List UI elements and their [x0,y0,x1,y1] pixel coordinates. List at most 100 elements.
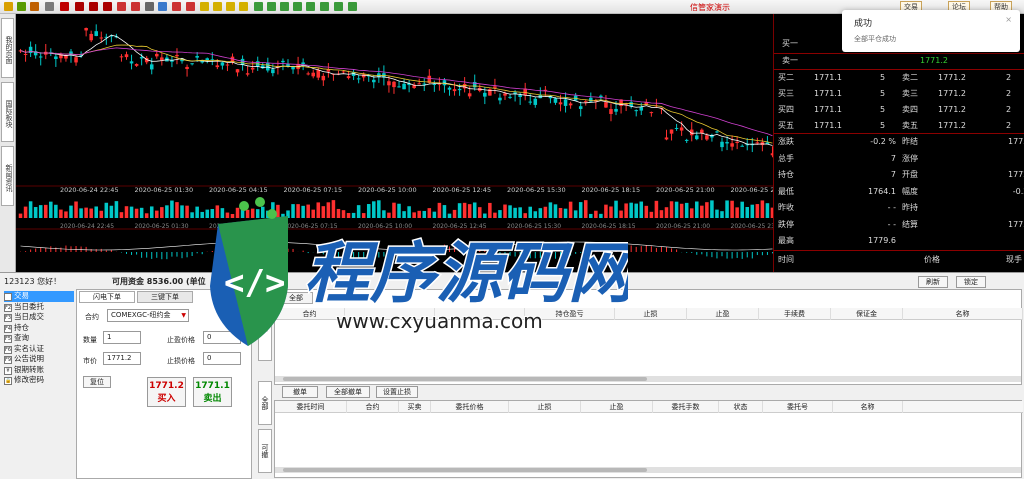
column-header[interactable]: 名称 [833,401,903,413]
cancel-all-button[interactable]: 全部撤单 [326,386,370,398]
period-icon-9[interactable] [306,2,315,11]
menu-item[interactable]: F3 当日成交 [4,312,74,323]
search-icon[interactable] [103,2,112,11]
period-icon-6[interactable] [267,2,276,11]
reset-button[interactable]: 复位 [83,376,111,388]
column-header[interactable]: 持仓盈亏 [525,308,615,320]
tab-all-orders[interactable]: 全部 [258,381,272,425]
print-icon[interactable] [45,2,54,11]
positions-scrollbar[interactable] [275,376,1021,382]
tab-three-key-order[interactable]: 三键下单 [137,291,193,303]
refresh-button[interactable]: 刷新 [918,276,948,288]
candle-body [695,135,699,140]
volume-bar [33,207,38,218]
time-axis-label: 2020-06-25 07:15 [284,223,338,230]
column-header[interactable]: 买卖 [399,401,431,413]
layout-icon[interactable] [17,2,26,11]
menu-item[interactable]: F1 交易 [4,291,74,302]
zoom-out-icon[interactable] [89,2,98,11]
draw-tool-icon[interactable] [117,2,126,11]
kline-chart[interactable]: 2020-06-24 22:45 2020-06-24 22:45 2020-06-… [16,14,773,272]
column-header[interactable]: 手续费 [759,308,831,320]
menu-item[interactable]: ¥ 银期转账 [4,365,74,376]
trend-icon[interactable] [172,2,181,11]
column-header[interactable]: 保证金 [831,308,903,320]
lock-button[interactable]: 锁定 [956,276,986,288]
folder-icon[interactable] [4,2,13,11]
menu-item[interactable]: F2 当日委托 [4,302,74,313]
column-header[interactable]: 委托号 [763,401,833,413]
side-tab-intl[interactable]: 国际板块 [1,82,14,142]
volume-bar [215,205,220,218]
period-icon-11[interactable] [334,2,343,11]
column-header[interactable]: 合约 [275,308,345,320]
contract-select[interactable]: COMEXGC-纽约金 ▼ [107,309,189,322]
column-header[interactable]: 状态 [719,401,763,413]
period-icon-2[interactable] [213,2,222,11]
stat-l2: 昨结 [902,137,918,146]
set-stop-loss-button[interactable]: 设置止损 [376,386,418,398]
side-tab-news[interactable]: 新闻资讯 [1,146,14,206]
volume-bar [740,201,744,218]
menu-item[interactable]: 🔒 修改密码 [4,375,74,386]
menu-item[interactable]: F6 实名认证 [4,344,74,355]
column-header[interactable]: 止盈 [581,401,653,413]
menu-item[interactable]: F4 持仓 [4,323,74,334]
window-icon[interactable] [30,2,39,11]
scroll-thumb[interactable] [283,377,647,381]
volume-bar [720,211,724,218]
candle-body [432,84,437,86]
quote-panel: 买一 卖一 1771.2 买二 1771.1 5 卖二 1771.2 2 买三 1771.1 5… [773,14,1024,272]
period-icon-5[interactable] [254,2,263,11]
qty-input[interactable]: 1 [103,331,141,344]
column-header[interactable]: 止损 [615,308,687,320]
stop-loss-input[interactable]: 0 [203,352,241,365]
period-icon-12[interactable] [348,2,357,11]
tab-flash-order[interactable]: 闪电下单 [79,291,135,303]
column-header[interactable]: 止损 [509,401,581,413]
candle-body [599,95,603,97]
column-header[interactable] [345,308,435,320]
period-icon-7[interactable] [280,2,289,11]
chart-canvas[interactable]: 2020-06-24 22:45 2020-06-24 22:45 2020-06-… [16,14,773,272]
cancel-order-button[interactable]: 撤单 [282,386,318,398]
buy-button[interactable]: 1771.2 买入 [147,377,186,407]
period-icon-10[interactable] [320,2,329,11]
filter-icon[interactable] [145,2,154,11]
candle-body [235,69,240,73]
price-input[interactable]: 1771.2 [103,352,141,365]
menu-item[interactable]: F9 公告说明 [4,354,74,365]
sell-label: 卖出 [203,394,222,404]
volume-bar [235,207,240,218]
column-header[interactable]: 合约 [347,401,399,413]
indicator-icon[interactable] [131,2,140,11]
scroll-thumb[interactable] [283,468,647,472]
column-header[interactable]: 止盈 [687,308,759,320]
close-icon[interactable]: × [1005,15,1012,24]
refresh-icon[interactable] [60,2,69,11]
tab-positions[interactable]: 持仓 [258,289,272,361]
volume-bar [684,202,689,218]
period-icon-3[interactable] [226,2,235,11]
period-icon-4[interactable] [239,2,248,11]
orders-scrollbar[interactable] [275,467,1021,473]
tab-cancelable[interactable]: 可撤 [258,429,272,473]
column-header[interactable]: 委托时间 [275,401,347,413]
sell-button[interactable]: 1771.1 卖出 [193,377,232,407]
menu-item[interactable]: F5 查询 [4,333,74,344]
grid-icon[interactable] [158,2,167,11]
take-profit-input[interactable]: 0 [203,331,241,344]
column-header[interactable]: 委托手数 [653,401,719,413]
book-sp: 1771.2 [938,89,966,98]
period-icon-8[interactable] [293,2,302,11]
zoom-in-icon[interactable] [75,2,84,11]
candle-body [467,93,472,97]
column-header[interactable]: 名称 [903,308,1023,320]
candle-body [639,107,644,111]
side-tab-my-page[interactable]: 我的页面 [1,18,14,78]
column-header[interactable]: 委托价格 [431,401,509,413]
tab-positions-all[interactable]: 全部 [279,292,313,304]
chart-icon[interactable] [186,2,195,11]
period-icon-1[interactable] [200,2,209,11]
column-header[interactable] [435,308,525,320]
